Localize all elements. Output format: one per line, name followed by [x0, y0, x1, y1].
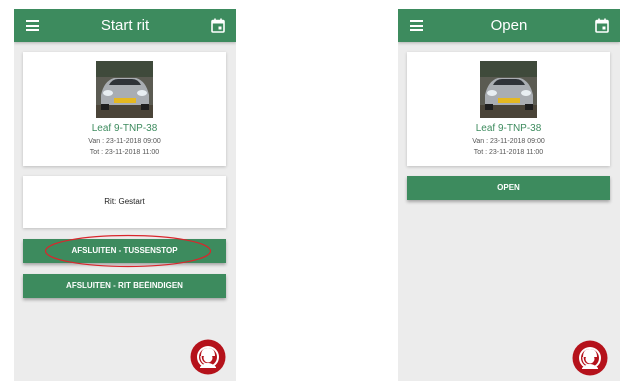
car-photo [96, 61, 153, 118]
support-agent-icon[interactable] [190, 339, 226, 375]
support-agent-icon[interactable] [572, 340, 608, 376]
ride-status-card: Rit: Gestart [23, 176, 226, 228]
menu-icon[interactable] [410, 20, 423, 31]
reservation-end: Tot : 23-11-2018 11:00 [473, 149, 544, 156]
annotation-ellipse [44, 234, 212, 268]
reservation-start: Van : 23-11-2018 09:00 [88, 138, 161, 145]
open-car-button[interactable]: OPEN [407, 176, 610, 200]
page-title: Start rit [100, 17, 150, 34]
car-name: Leaf 9-TNP-38 [91, 123, 158, 134]
app-bar: Open [398, 9, 620, 42]
calendar-icon[interactable] [211, 18, 225, 33]
start-rit-screen: Start rit Leaf 9-TNP-38 Van : 23-11-2018… [14, 9, 236, 381]
car-card: Leaf 9-TNP-38 Van : 23-11-2018 09:00 Tot… [407, 52, 610, 166]
car-photo [480, 61, 537, 118]
page-title: Open [490, 17, 528, 34]
ride-status-text: Rit: Gestart [104, 197, 145, 206]
calendar-icon[interactable] [595, 18, 609, 33]
open-screen: Open Leaf 9-TNP-38 Van : 23-11-2018 09:0… [398, 9, 620, 381]
car-card: Leaf 9-TNP-38 Van : 23-11-2018 09:00 Tot… [23, 52, 226, 166]
reservation-start: Van : 23-11-2018 09:00 [472, 138, 545, 145]
app-bar: Start rit [14, 9, 236, 42]
menu-icon[interactable] [26, 20, 39, 31]
close-end-ride-button[interactable]: AFSLUITEN - RIT BEËINDIGEN [23, 274, 226, 298]
car-name: Leaf 9-TNP-38 [475, 123, 542, 134]
reservation-end: Tot : 23-11-2018 11:00 [89, 149, 160, 156]
